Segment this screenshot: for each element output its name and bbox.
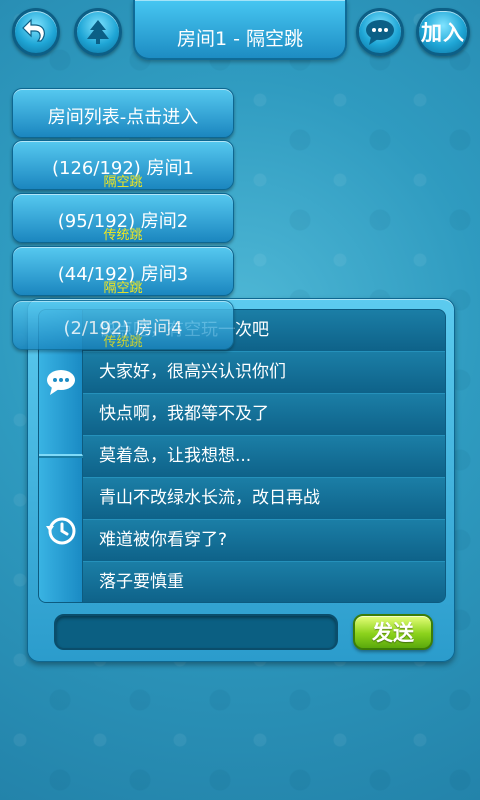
join-button-label: 加入 (421, 21, 465, 45)
chat-message-area: 快点吧，有空玩一次吧 大家好，很高兴认识你们 快点啊，我都等不及了 莫着急，让我… (38, 309, 446, 603)
tab-history[interactable] (39, 458, 83, 602)
send-button[interactable]: 发送 (353, 614, 433, 650)
chat-side-tabs (39, 310, 83, 602)
room-item-mode: 传统跳 (103, 335, 143, 350)
send-button-label: 发送 (372, 621, 414, 645)
room-item-3[interactable]: (44/192) 房间3 隔空跳 (12, 246, 234, 296)
back-arrow-icon (21, 17, 51, 47)
room-item-4[interactable]: (2/192) 房间4 传统跳 (12, 300, 234, 350)
page-title: 房间1 - 隔空跳 (133, 0, 347, 60)
history-clock-icon (45, 514, 77, 546)
list-item[interactable]: 青山不改绿水长流，改日再战 (83, 478, 445, 520)
room-item-mode: 传统跳 (103, 228, 143, 243)
join-button[interactable]: 加入 (416, 8, 470, 56)
chat-input[interactable] (54, 614, 338, 650)
room-list-header-label: 房间列表-点击进入 (47, 107, 199, 128)
tree-icon (84, 18, 112, 46)
room-item-mode: 隔空跳 (103, 281, 143, 296)
list-item[interactable]: 快点啊，我都等不及了 (83, 394, 445, 436)
chat-bubble-icon (45, 368, 77, 396)
list-item[interactable]: 莫着急，让我想想... (83, 436, 445, 478)
room-item-1[interactable]: (126/192) 房间1 隔空跳 (12, 140, 234, 190)
room-title-text: 房间1 - 隔空跳 (176, 28, 304, 50)
chat-panel: 快点吧，有空玩一次吧 大家好，很高兴认识你们 快点啊，我都等不及了 莫着急，让我… (27, 298, 455, 662)
quick-message-list: 快点吧，有空玩一次吧 大家好，很高兴认识你们 快点啊，我都等不及了 莫着急，让我… (83, 310, 445, 602)
room-item-2[interactable]: (95/192) 房间2 传统跳 (12, 193, 234, 243)
top-bar: 房间1 - 隔空跳 加入 (0, 0, 480, 62)
list-item[interactable]: 难道被你看穿了? (83, 520, 445, 562)
room-list-header: 房间列表-点击进入 (12, 88, 234, 138)
room-item-mode: 隔空跳 (103, 175, 143, 190)
back-button[interactable] (12, 8, 60, 56)
list-item[interactable]: 落子要慎重 (83, 562, 445, 602)
home-button[interactable] (74, 8, 122, 56)
chat-bubble-icon (364, 18, 396, 46)
chat-button[interactable] (356, 8, 404, 56)
list-item[interactable]: 大家好，很高兴认识你们 (83, 352, 445, 394)
